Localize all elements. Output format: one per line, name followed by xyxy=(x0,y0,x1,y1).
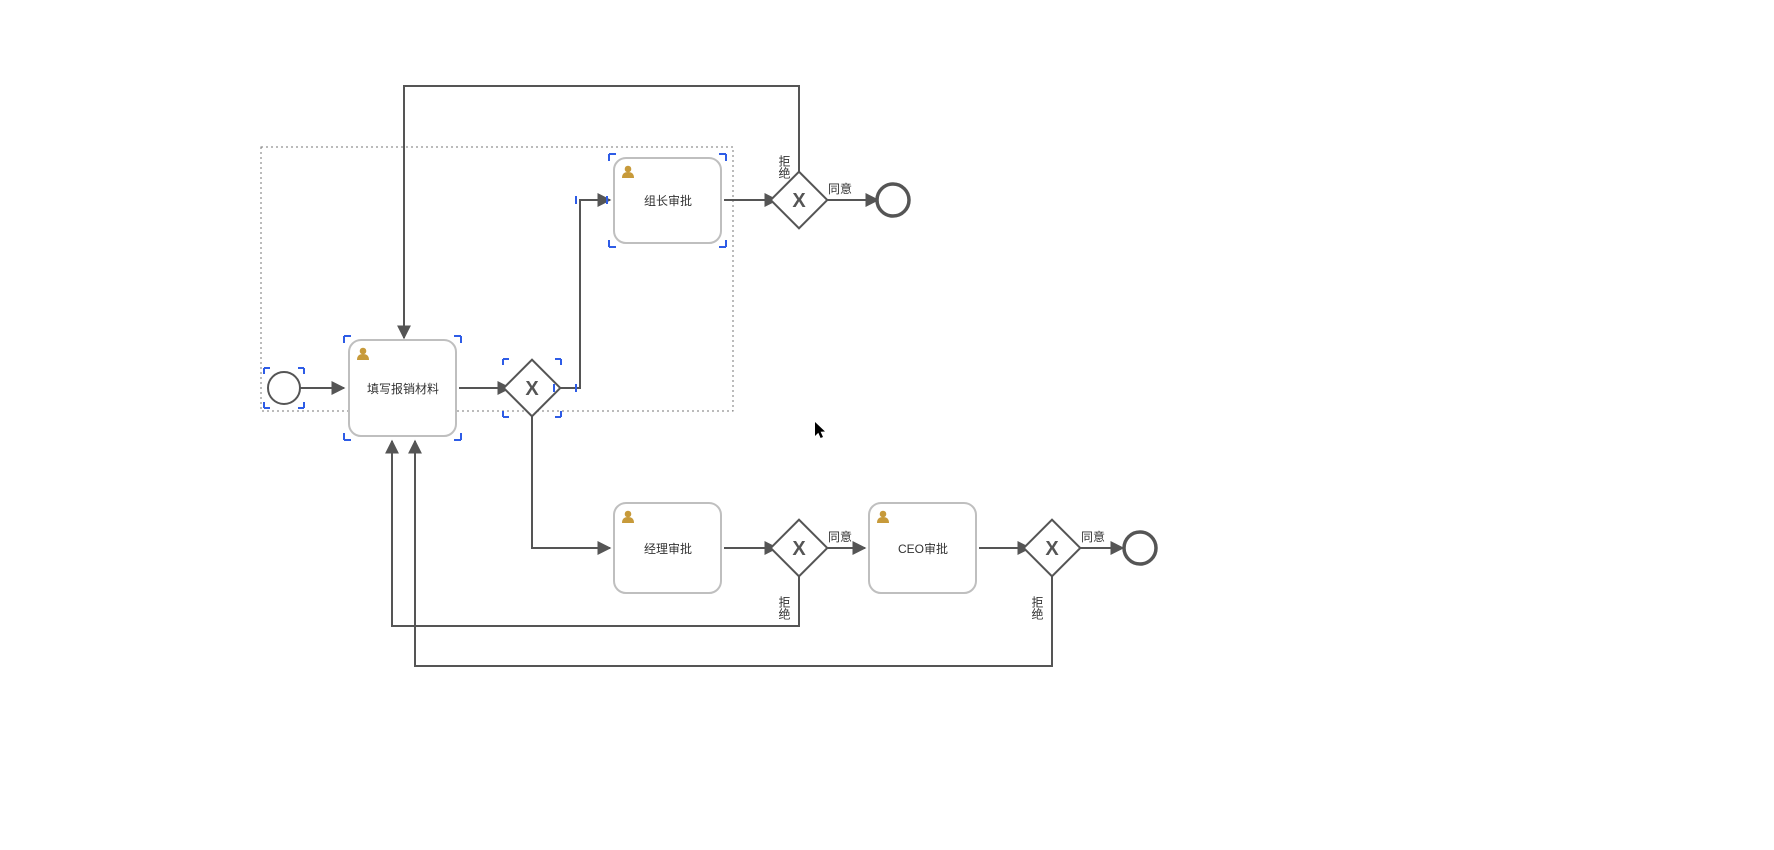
task-fill-form[interactable]: 填写报销材料 xyxy=(349,340,456,436)
label-gw2-approve: 同意 xyxy=(828,529,852,544)
end-event-2[interactable] xyxy=(1124,532,1156,564)
task-ceo-label: CEO审批 xyxy=(898,541,948,556)
label-gw2-reject: 拒绝 xyxy=(777,596,791,620)
gateway-x-icon: X xyxy=(1045,538,1059,560)
task-manager-label: 经理审批 xyxy=(644,541,692,556)
start-event[interactable] xyxy=(268,372,300,404)
gateway-split[interactable]: X xyxy=(504,360,561,417)
gateway-x-icon: X xyxy=(792,538,806,560)
label-gw1-reject: 拒绝 xyxy=(777,155,791,179)
label-gw3-approve: 同意 xyxy=(1081,529,1105,544)
label-gw1-approve: 同意 xyxy=(828,181,852,196)
edge-gw0-to-manager[interactable] xyxy=(532,410,610,548)
gateway-ceo[interactable]: X xyxy=(1024,520,1081,577)
edge-gw0-to-team-lead[interactable] xyxy=(554,200,610,388)
gateway-x-icon: X xyxy=(525,378,539,400)
edge-gw1-reject[interactable] xyxy=(404,86,799,338)
bpmn-canvas[interactable]: 填写报销材料 X 组长审批 X 同意 拒绝 经理审批 xyxy=(0,0,1774,850)
gateway-team-lead[interactable]: X xyxy=(771,172,828,229)
gateway-x-icon: X xyxy=(792,190,806,212)
task-fill-form-label: 填写报销材料 xyxy=(367,381,439,396)
task-manager-review[interactable]: 经理审批 xyxy=(614,503,721,593)
cursor-icon xyxy=(815,422,825,438)
label-gw3-reject: 拒绝 xyxy=(1030,596,1044,620)
task-team-lead-review[interactable]: 组长审批 xyxy=(614,158,721,243)
end-event-1[interactable] xyxy=(877,184,909,216)
task-team-lead-label: 组长审批 xyxy=(644,193,692,208)
task-ceo-review[interactable]: CEO审批 xyxy=(869,503,976,593)
edge-gw2-reject[interactable] xyxy=(392,441,799,626)
gateway-manager[interactable]: X xyxy=(771,520,828,577)
